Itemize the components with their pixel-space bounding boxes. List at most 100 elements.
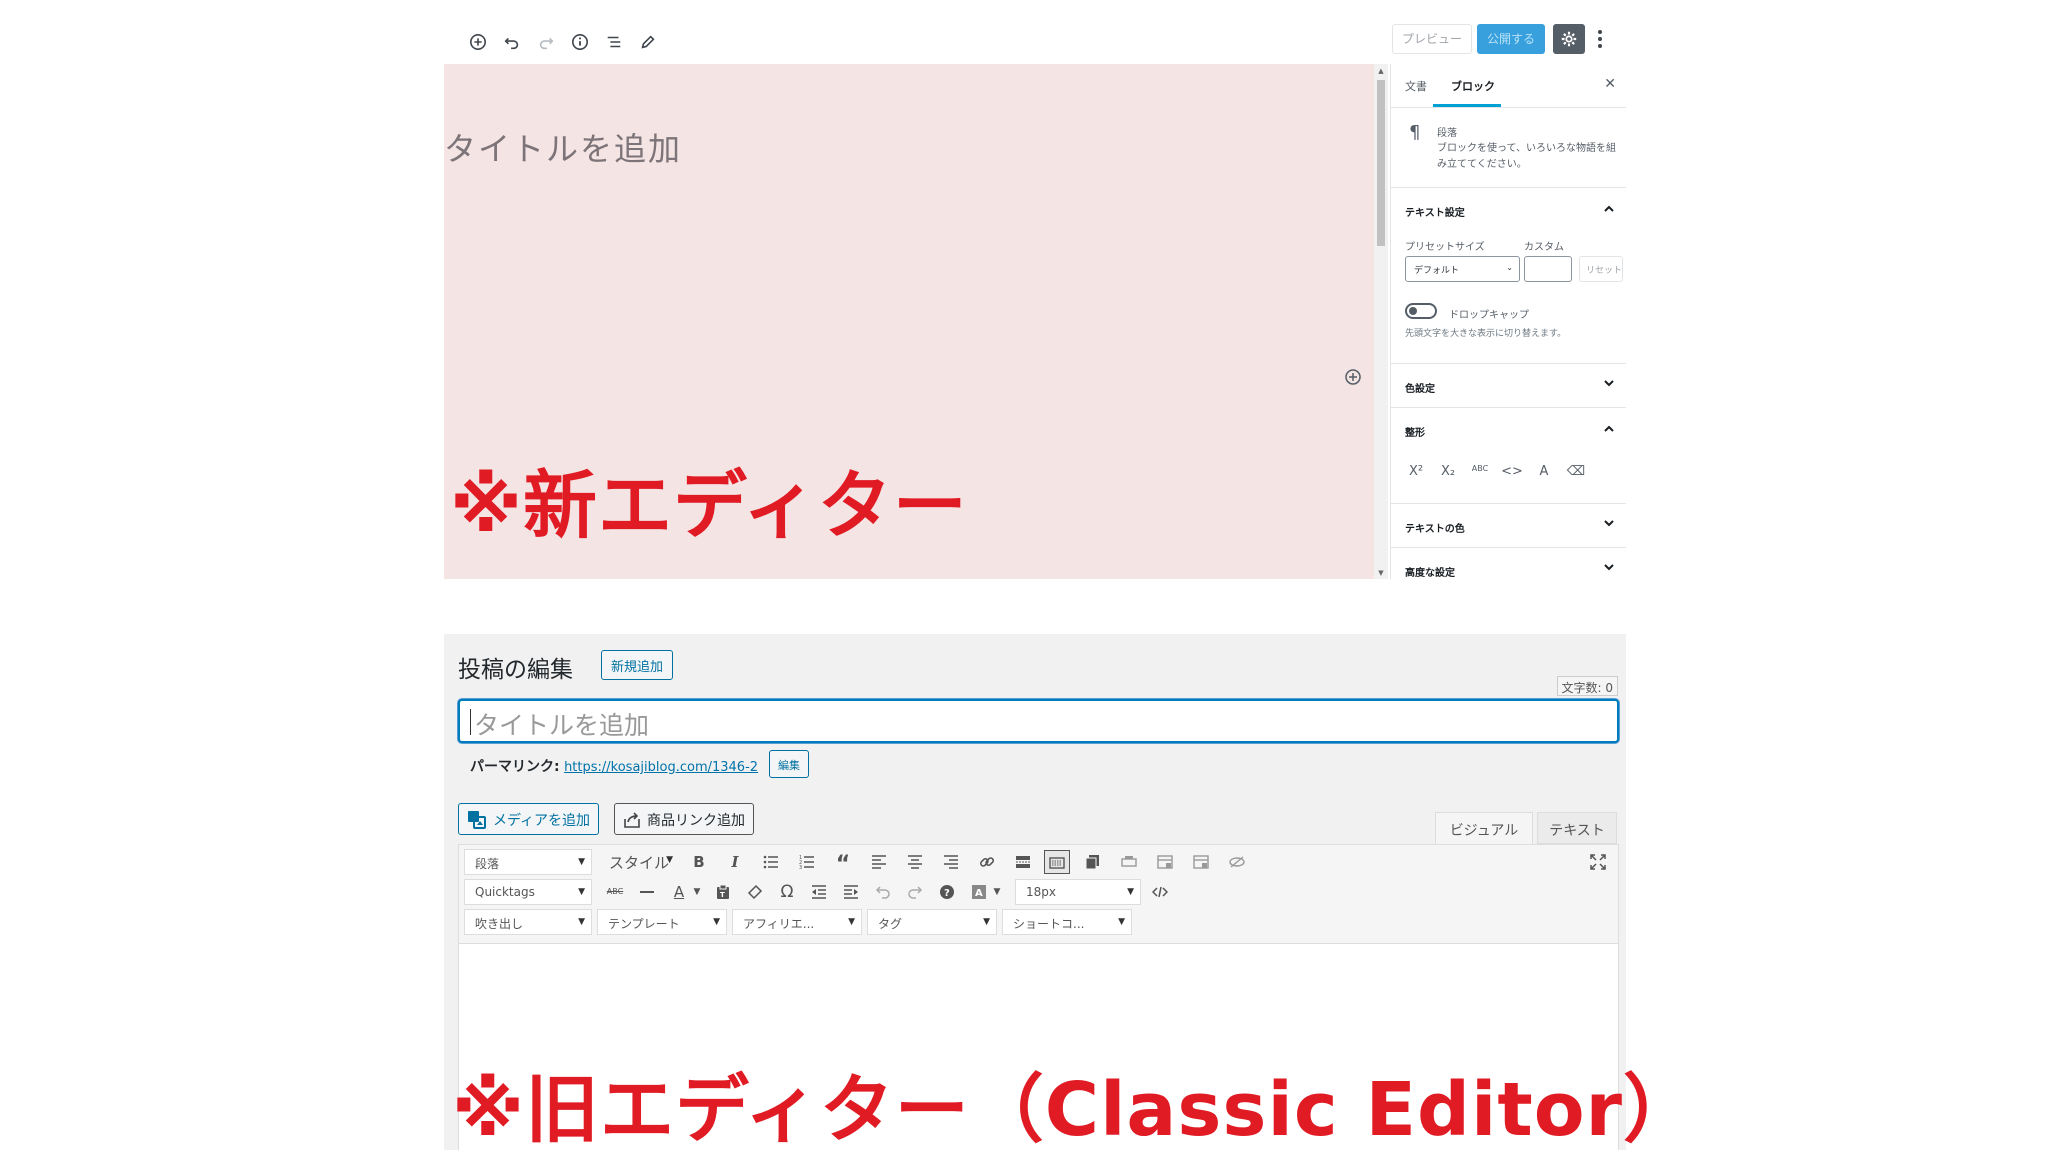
outline-icon[interactable] — [600, 28, 628, 56]
code-icon[interactable]: <> — [1501, 464, 1523, 479]
link-icon[interactable] — [974, 850, 1000, 874]
more-tag-icon[interactable] — [1010, 850, 1036, 874]
redo-icon[interactable] — [902, 880, 928, 904]
toggle-knob — [1409, 307, 1417, 315]
info-icon[interactable] — [566, 28, 594, 56]
tag-select[interactable]: タグ ▼ — [867, 909, 997, 935]
preview-button[interactable]: プレビュー — [1392, 24, 1472, 54]
align-left-icon[interactable] — [866, 850, 892, 874]
toolbar-row-3: 吹き出し ▼ テンプレート ▼ アフィリエ... ▼ タグ ▼ ショートコ... ▼ — [459, 907, 1618, 937]
dropdown-arrow-icon[interactable]: ▼ — [984, 880, 1010, 904]
dropcap-toggle[interactable] — [1405, 303, 1437, 319]
custom-size-input[interactable] — [1524, 256, 1572, 282]
formatting-title[interactable]: 整形 — [1405, 424, 1425, 439]
special-char-icon[interactable]: Ω — [774, 880, 800, 904]
block-name: 段落 — [1437, 128, 1457, 139]
scroll-up-icon[interactable]: ▲ — [1376, 67, 1386, 75]
strikethrough-icon[interactable]: ABC — [1469, 464, 1491, 473]
text-color-panel[interactable]: テキストの色 — [1391, 504, 1626, 548]
affiliate-select-value: アフィリエ... — [743, 917, 815, 931]
text-color-icon[interactable]: A — [1533, 464, 1555, 479]
publish-button[interactable]: 公開する — [1477, 24, 1545, 54]
add-product-link-button[interactable]: 商品リンク追加 — [614, 803, 754, 835]
add-media-button[interactable]: メディアを追加 — [458, 803, 600, 835]
balloon-select[interactable]: 吹き出し ▼ — [464, 909, 592, 935]
tab-visual[interactable]: ビジュアル — [1435, 812, 1533, 844]
clear-format-icon[interactable] — [742, 880, 768, 904]
template-select[interactable]: テンプレート ▼ — [597, 909, 727, 935]
chevron-down-icon — [1604, 564, 1614, 571]
settings-sidebar: 文書 ブロック ✕ ¶ 段落 ブロックを使って、いろいろな物語を組み立ててくださ… — [1390, 64, 1626, 579]
text-settings-title[interactable]: テキスト設定 — [1405, 204, 1465, 219]
blockquote-icon[interactable]: “ — [830, 850, 856, 877]
strikethrough-icon[interactable]: ABC — [602, 880, 628, 904]
code-icon[interactable] — [1147, 880, 1173, 904]
scroll-thumb[interactable] — [1377, 80, 1385, 246]
chevron-up-icon[interactable] — [1602, 202, 1616, 216]
italic-icon[interactable]: I — [722, 850, 748, 874]
permalink-edit-button[interactable]: 編集 — [769, 750, 809, 778]
fullscreen-icon[interactable] — [1585, 850, 1611, 874]
tab-block[interactable]: ブロック — [1451, 78, 1495, 94]
redo-icon[interactable] — [532, 28, 560, 56]
chevron-down-icon: ⌄ — [1506, 263, 1513, 272]
add-block-icon[interactable] — [464, 28, 492, 56]
inline-add-block-icon[interactable] — [1344, 368, 1362, 386]
shortcode-select[interactable]: ショートコ... ▼ — [1002, 909, 1132, 935]
print-icon[interactable] — [1116, 850, 1142, 874]
new-post-button[interactable]: 新規追加 — [601, 650, 674, 680]
post-title-placeholder[interactable]: タイトルを追加 — [444, 124, 682, 170]
preset-size-value: デフォルト — [1414, 266, 1460, 276]
font-size-value: 18px — [1026, 885, 1056, 899]
outdent-icon[interactable] — [806, 880, 832, 904]
quicktags-select[interactable]: Quicktags ▼ — [464, 879, 592, 905]
style-select[interactable]: スタイル ▼ — [599, 849, 679, 875]
chevron-up-icon[interactable] — [1602, 422, 1616, 436]
hide-icon[interactable] — [1224, 850, 1250, 874]
undo-icon[interactable] — [498, 28, 526, 56]
color-settings-panel[interactable]: 色設定 — [1391, 364, 1626, 408]
toolbar-toggle-icon[interactable] — [1044, 850, 1070, 874]
tab-text[interactable]: テキスト — [1537, 812, 1617, 844]
canvas-scrollbar[interactable]: ▲ ▼ — [1374, 64, 1388, 579]
char-count: 文字数: 0 — [1556, 676, 1618, 696]
superscript-icon[interactable]: X² — [1405, 464, 1427, 479]
affiliate-select[interactable]: アフィリエ... ▼ — [732, 909, 862, 935]
bulleted-list-icon[interactable] — [758, 850, 784, 874]
clear-format-icon[interactable]: ⌫ — [1565, 464, 1587, 479]
horizontal-line-icon[interactable] — [634, 880, 660, 904]
tab-document[interactable]: 文書 — [1405, 78, 1427, 94]
format-select[interactable]: 段落 ▼ — [464, 849, 592, 875]
more-menu-icon[interactable] — [1592, 26, 1608, 52]
subscript-icon[interactable]: X₂ — [1437, 464, 1459, 479]
undo-icon[interactable] — [870, 880, 896, 904]
dropdown-arrow-icon[interactable]: ▼ — [684, 880, 710, 904]
formatting-panel: 整形 X² X₂ ABC <> A ⌫ — [1391, 408, 1626, 504]
align-right-icon[interactable] — [938, 850, 964, 874]
align-center-icon[interactable] — [902, 850, 928, 874]
dropcap-label: ドロップキャップ — [1449, 310, 1529, 321]
reset-button[interactable]: リセット — [1579, 256, 1623, 282]
title-input[interactable]: タイトルを追加 — [458, 699, 1619, 743]
table-icon[interactable] — [1188, 850, 1214, 874]
tag-select-value: タグ — [878, 917, 903, 931]
copy-icon[interactable] — [1080, 850, 1106, 874]
permalink-label: パーマリンク: — [470, 759, 560, 775]
gutenberg-top-toolbar: プレビュー 公開する — [444, 24, 1616, 64]
advanced-title: 高度な設定 — [1405, 568, 1455, 579]
numbered-list-icon[interactable]: 123 — [794, 850, 820, 874]
template-icon[interactable] — [1152, 850, 1178, 874]
scroll-down-icon[interactable]: ▼ — [1376, 569, 1386, 577]
indent-icon[interactable] — [838, 880, 864, 904]
font-size-select[interactable]: 18px ▼ — [1015, 879, 1141, 905]
preset-size-select[interactable]: デフォルト ⌄ — [1405, 256, 1520, 282]
advanced-panel[interactable]: 高度な設定 — [1391, 548, 1626, 579]
help-icon[interactable]: ? — [934, 880, 960, 904]
settings-gear-icon[interactable] — [1553, 24, 1585, 54]
paste-text-icon[interactable]: T — [710, 880, 736, 904]
edit-mode-icon[interactable] — [634, 28, 662, 56]
close-icon[interactable]: ✕ — [1604, 76, 1616, 92]
permalink-url[interactable]: https://kosajiblog.com/1346-2 — [564, 760, 758, 775]
bold-icon[interactable]: B — [686, 850, 712, 874]
add-media-label: メディアを追加 — [493, 813, 591, 829]
